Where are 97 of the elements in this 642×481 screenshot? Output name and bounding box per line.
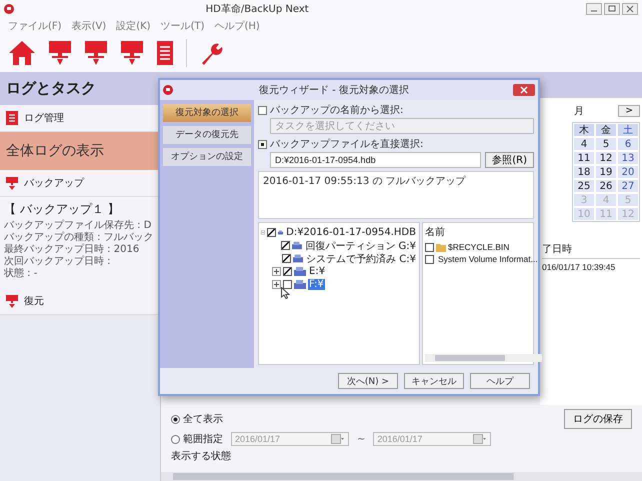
checkbox[interactable] <box>283 267 292 276</box>
checkbox[interactable] <box>425 254 434 264</box>
checkbox[interactable] <box>282 254 291 263</box>
minimize-icon[interactable] <box>586 3 602 15</box>
sidebar-section-header[interactable]: ログ管理 <box>0 105 160 132</box>
checkbox[interactable] <box>281 241 290 250</box>
backup-description: 2016-01-17 09:55:13 の フルバックアップ <box>258 171 534 219</box>
radio-option[interactable]: バックアップの名前から選択: <box>258 103 404 117</box>
calendar-day[interactable]: 6 <box>617 137 639 151</box>
calendar-day[interactable]: 19 <box>595 165 617 179</box>
mouse-cursor-icon <box>281 287 290 299</box>
expand-icon[interactable] <box>272 280 281 289</box>
task-detail: 次回バックアップ日時 : <box>4 256 112 268</box>
checkbox[interactable] <box>283 280 292 289</box>
weekday-label: 金 <box>595 123 617 137</box>
tree-item[interactable]: システムで予約済み C:¥ <box>305 252 417 266</box>
task-name[interactable]: 【 バックアップ１ 】 <box>4 199 156 220</box>
expand-icon[interactable] <box>272 267 281 276</box>
section-label: バックアップ <box>24 176 84 190</box>
calendar-day[interactable]: 4 <box>573 137 595 151</box>
horizontal-scrollbar[interactable] <box>425 354 542 362</box>
menu-item[interactable]: ファイル(F) <box>8 19 62 33</box>
log-list-icon <box>6 111 18 125</box>
range-separator: ~ <box>357 434 366 444</box>
file-name[interactable]: $RECYCLE.BIN <box>448 242 510 252</box>
table-cell-text: 016/01/17 10:39:45 <box>542 261 616 274</box>
computer-arrow-icon <box>6 294 18 308</box>
dialog-button[interactable]: キャンセル <box>404 373 464 389</box>
calendar-day[interactable]: 20 <box>617 165 639 179</box>
next-month-button[interactable]: > <box>618 105 640 117</box>
task-detail: バックアップの種類 : フルバック <box>4 232 155 244</box>
status-filter-label: 表示する状態 <box>171 450 231 463</box>
calendar-day[interactable]: 18 <box>573 165 595 179</box>
wizard-step[interactable]: オプションの設定 <box>163 148 251 166</box>
menu-item[interactable]: 設定(K) <box>116 19 151 33</box>
weekday-label: 土 <box>617 123 639 137</box>
menu-item[interactable]: ツール(T) <box>160 19 205 33</box>
calendar-day[interactable]: 26 <box>595 179 617 193</box>
drive-icon <box>292 241 302 250</box>
column-header[interactable]: 了日時 <box>542 240 640 259</box>
file-name[interactable]: System Volume Informat... <box>438 254 538 264</box>
checkbox[interactable] <box>425 242 434 252</box>
wizard-step[interactable]: データの復元先 <box>163 126 251 144</box>
radio-button[interactable] <box>258 106 267 114</box>
menu-item[interactable]: 表示(V) <box>72 19 106 33</box>
tree-item[interactable]: D:¥2016-01-17-0954.HDB <box>285 227 417 238</box>
dialog-button[interactable]: ヘルプ <box>470 373 530 389</box>
calendar-day[interactable]: 27 <box>617 179 639 193</box>
sidebar-item[interactable]: 全体ログの表示 <box>0 132 160 170</box>
document-icon[interactable] <box>156 40 174 66</box>
task-detail: バックアップファイル保存先 : D <box>4 220 152 232</box>
folder-icon <box>436 242 446 252</box>
drive-icon <box>292 254 304 263</box>
radio-option[interactable]: バックアップファイルを直接選択: <box>258 137 424 151</box>
calendar-day[interactable]: 13 <box>617 151 639 165</box>
sidebar-title: ログとタスク <box>0 72 160 105</box>
window-title: HD革命/BackUp Next <box>204 2 309 16</box>
section-label: 復元 <box>24 295 44 308</box>
computer-arrow-icon <box>6 176 18 190</box>
close-icon[interactable] <box>513 84 535 96</box>
tree-item[interactable]: E:¥ <box>308 266 326 277</box>
computer-arrow-icon[interactable] <box>48 40 72 66</box>
wizard-step[interactable]: 復元対象の選択 <box>163 104 251 122</box>
dialog-title: 復元ウィザード - 復元対象の選択 <box>258 84 410 97</box>
file-path-field[interactable]: D:¥2016-01-17-0954.hdb <box>270 152 482 168</box>
sidebar-section-header[interactable]: バックアップ <box>0 170 160 197</box>
weekday-label: 木 <box>573 123 595 137</box>
calendar-day[interactable]: 11 <box>573 151 595 165</box>
home-icon[interactable] <box>8 40 36 66</box>
calendar-icon <box>473 434 488 444</box>
checkbox[interactable] <box>266 228 276 237</box>
drive-icon <box>278 228 284 237</box>
calendar-day[interactable]: 12 <box>595 151 617 165</box>
app-logo-icon <box>4 4 14 14</box>
calendar-month: 月 <box>574 105 584 118</box>
app-logo-icon <box>163 85 173 95</box>
calendar-icon <box>331 434 345 444</box>
dialog-button[interactable]: 次へ(N) > <box>338 373 398 389</box>
section-label: ログ管理 <box>24 112 64 125</box>
browse-button[interactable]: 参照(R) <box>485 152 534 168</box>
task-detail: 状態 : - <box>4 268 38 280</box>
horizontal-scrollbar[interactable] <box>161 472 642 481</box>
tree-item[interactable]: 回復パーティション G:¥ <box>304 238 417 252</box>
calendar-day[interactable]: 5 <box>595 137 617 151</box>
calendar-day[interactable]: 25 <box>573 179 595 193</box>
computer-arrow-icon[interactable] <box>120 40 144 66</box>
close-icon[interactable] <box>622 3 638 15</box>
drive-icon <box>294 267 306 276</box>
menu-item[interactable]: ヘルプ(H) <box>214 19 260 33</box>
drive-icon <box>294 280 306 289</box>
radio-button[interactable] <box>258 140 267 148</box>
column-header[interactable]: 名前 <box>425 225 531 241</box>
task-detail: 最終バックアップ日時 : 2016 <box>4 244 140 256</box>
tree-item[interactable]: F:¥ <box>308 279 325 290</box>
restore-icon[interactable] <box>604 3 620 15</box>
computer-arrow-icon[interactable] <box>84 40 108 66</box>
sidebar-section-header[interactable]: 復元 <box>0 288 160 315</box>
